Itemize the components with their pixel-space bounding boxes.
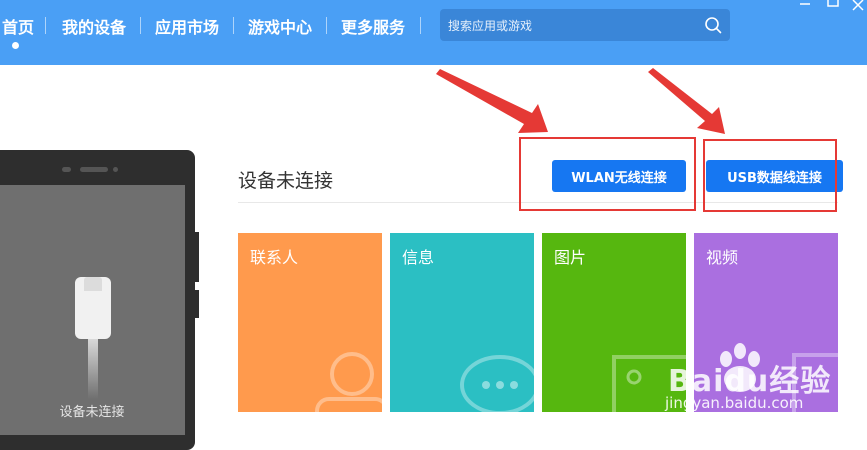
tile-messages-label: 信息 <box>402 248 435 267</box>
tile-videos-label: 视频 <box>706 248 739 267</box>
phone-side-button <box>194 290 199 318</box>
usb-plug-tip <box>84 277 102 291</box>
watermark-url: jingyan.baidu.com <box>665 394 804 412</box>
phone-speaker <box>80 167 108 172</box>
phone-camera-dot <box>62 167 71 172</box>
tile-contacts[interactable]: 联系人 <box>238 233 382 412</box>
usb-highlight-box <box>703 139 837 212</box>
arrow-to-usb-icon <box>648 68 725 134</box>
connection-status-title: 设备未连接 <box>238 170 334 192</box>
tile-pictures-label: 图片 <box>554 248 587 267</box>
wlan-highlight-box <box>519 137 696 211</box>
tile-pictures[interactable]: 图片 <box>542 233 686 412</box>
phone-status-label: 设备未连接 <box>59 405 125 420</box>
phone-side-button <box>194 232 199 282</box>
phone-sensor-dot <box>113 167 118 172</box>
contact-icon <box>315 352 382 412</box>
arrow-to-wlan-icon <box>436 69 548 133</box>
tile-messages[interactable]: 信息 <box>390 233 534 412</box>
message-bubble-icon <box>460 355 534 412</box>
usb-cable <box>88 339 98 399</box>
tile-contacts-label: 联系人 <box>250 248 299 267</box>
